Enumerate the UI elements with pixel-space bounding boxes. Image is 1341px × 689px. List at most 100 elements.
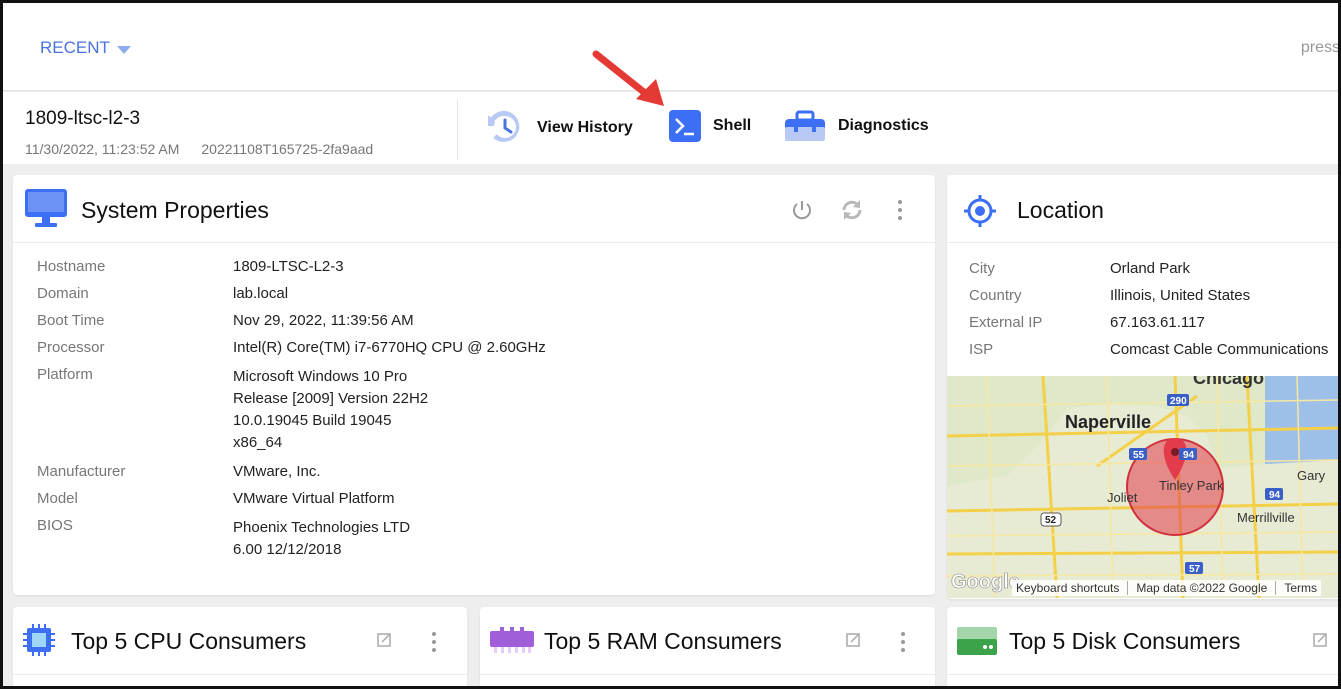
shield-us52: 52 [1045,515,1057,526]
property-row: Boot Time Nov 29, 2022, 11:39:56 AM [37,312,546,330]
shield-i94b: 94 [1269,490,1281,501]
map-data-text: Map data ©2022 Google [1127,581,1267,595]
map-label-chicago: Chicago [1193,376,1264,388]
property-value: Nov 29, 2022, 11:39:56 AM [233,312,414,330]
property-value-line: VMware, Inc. [233,463,321,480]
property-value-line: Microsoft Windows 10 Pro [233,368,408,385]
top-bar: RECENT press [3,3,1340,91]
system-properties-card: System Properties Hostname 1809-LTSC-L2-3… [13,175,935,595]
property-value: VMware, Inc. [233,463,321,481]
shield-i290: 290 [1170,396,1187,407]
location-row: City Orland Park [969,260,1328,278]
chevron-down-icon [116,45,131,54]
property-value-line: lab.local [233,285,289,302]
more-vert-icon[interactable] [897,199,903,221]
keyboard-shortcuts-link[interactable]: Keyboard shortcuts [1016,581,1119,595]
property-row: Hostname 1809-LTSC-L2-3 [37,258,546,276]
property-value-line: x86_64 [233,434,283,451]
refresh-icon[interactable] [840,198,864,222]
diagnostics-button[interactable]: Diagnostics [784,110,929,142]
property-key: Hostname [37,258,106,275]
property-key: Platform [37,366,93,383]
property-value-line: Phoenix Technologies LTD [233,519,411,536]
cpu-consumers-card: Top 5 CPU Consumers [13,607,467,686]
open-external-icon[interactable] [846,633,860,647]
properties-list: Hostname 1809-LTSC-L2-3 Domain lab.local Boo… [37,258,546,570]
shield-i57: 57 [1189,564,1201,575]
card-header: Location [947,175,1338,243]
search-hint: press [1300,39,1340,56]
map-label-merrillville: Merrillville [1237,510,1295,525]
property-value-line: VMware Virtual Platform [233,490,395,507]
terminal-icon [669,110,701,142]
hard-drive-icon [957,627,997,655]
toolbox-icon [785,110,825,141]
recent-label: RECENT [40,38,110,57]
property-value: Phoenix Technologies LTD 6.00 12/12/2018 [233,517,410,561]
card-header: Top 5 Disk Consumers [947,607,1338,675]
map-label-joliet: Joliet [1107,490,1138,505]
open-external-icon[interactable] [377,633,391,647]
card-title: System Properties [81,197,269,223]
location-key: External IP [969,314,1043,331]
location-value: Comcast Cable Communications [1110,341,1329,358]
property-value-line: Nov 29, 2022, 11:39:56 AM [233,312,414,329]
property-value: Intel(R) Core(TM) i7-6770HQ CPU @ 2.60GH… [233,339,546,357]
location-row: Country Illinois, United States [969,287,1328,305]
property-row: Processor Intel(R) Core(TM) i7-6770HQ CPU… [37,339,546,357]
location-value: Orland Park [1110,260,1191,277]
property-value-line: Release [2009] Version 22H2 [233,390,429,407]
property-value-line: Intel(R) Core(TM) i7-6770HQ CPU @ 2.60GH… [233,339,546,356]
open-external-icon[interactable] [1313,633,1327,647]
property-row: BIOS Phoenix Technologies LTD 6.00 12/12/2… [37,517,546,561]
map-label-gary: Gary [1297,468,1326,483]
device-name: 1809-ltsc-l2-3 [25,108,141,129]
history-icon [488,110,520,142]
card-title: Top 5 RAM Consumers [544,628,782,654]
device-timestamp: 11/30/2022, 11:23:52 AM [25,141,180,157]
view-history-label: View History [537,119,633,136]
device-build-id: 20221108T165725-2fa9aad [201,141,374,157]
cpu-chip-icon [23,624,55,656]
card-title: Top 5 CPU Consumers [71,628,307,654]
property-value-line: 1809-LTSC-L2-3 [233,258,344,275]
disk-consumers-card: Top 5 Disk Consumers [947,607,1338,686]
shell-label: Shell [713,117,752,134]
target-location-icon [964,195,996,227]
location-row: External IP 67.163.61.117 [969,314,1328,332]
property-value-line: 10.0.19045 Build 19045 [233,412,392,429]
property-key: Processor [37,339,105,356]
more-vert-icon[interactable] [900,631,906,653]
card-title: Top 5 Disk Consumers [1009,628,1241,654]
ram-module-icon [490,627,534,653]
map-label-naperville: Naperville [1065,412,1151,432]
divider [457,100,458,160]
view-history-button[interactable]: View History [485,110,633,146]
location-value: 67.163.61.117 [1110,314,1205,331]
property-value: Microsoft Windows 10 Pro Release [2009] V… [233,366,428,454]
card-header: Top 5 CPU Consumers [13,607,467,675]
property-row: Model VMware Virtual Platform [37,490,546,508]
google-logo: Google [951,571,1020,593]
shield-i94: 94 [1183,450,1195,461]
recent-dropdown[interactable]: RECENT [40,38,131,58]
property-key: Domain [37,285,89,302]
card-header: System Properties [13,175,935,243]
map-graphic: Chicago Naperville Tinley Park Joliet Ga… [947,376,1338,598]
shield-i55: 55 [1133,450,1145,461]
map-label-tinley-park: Tinley Park [1159,478,1224,493]
map-footer: Keyboard shortcuts Map data ©2022 Google… [1012,580,1321,596]
shell-button[interactable]: Shell [669,110,751,142]
location-list: City Orland Park Country Illinois, United S… [969,260,1328,368]
property-value: 1809-LTSC-L2-3 [233,258,344,276]
power-icon[interactable] [791,199,813,221]
card-title: Location [1017,197,1104,223]
device-header: 1809-ltsc-l2-3 11/30/2022, 11:23:52 AM 2… [3,92,1338,164]
more-vert-icon[interactable] [431,631,437,653]
location-map[interactable]: Chicago Naperville Tinley Park Joliet Ga… [947,376,1338,598]
card-header: Top 5 RAM Consumers [480,607,935,675]
terms-link[interactable]: Terms [1275,581,1317,595]
property-row: Platform Microsoft Windows 10 Pro Release … [37,366,546,454]
device-meta: 11/30/2022, 11:23:52 AM 20221108T165725-… [25,141,373,157]
annotation-arrow-icon [592,50,664,106]
